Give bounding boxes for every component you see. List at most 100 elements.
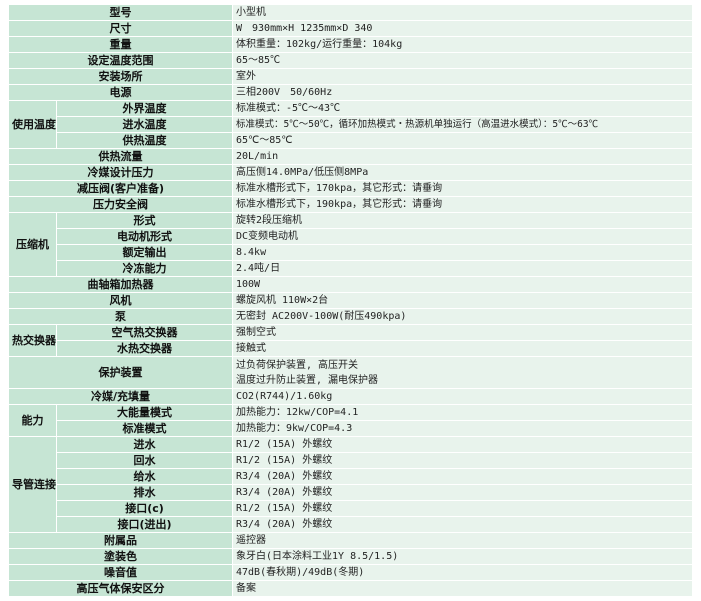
- row-value: 小型机: [232, 4, 693, 21]
- row-value: 室外: [232, 68, 693, 85]
- row-value: 高压侧14.0MPa/低压侧8MPa: [232, 164, 693, 181]
- row-value: 加热能力：12kw/COP=4.1: [232, 404, 693, 421]
- row-label: 设定温度范围: [8, 52, 233, 69]
- table-row: 热交换器 空气热交换器 强制空式: [8, 324, 693, 357]
- row-value: 47dB(春秋期)/49dB(冬期): [232, 564, 693, 581]
- table-row: 型号 小型机: [8, 4, 693, 21]
- row-value: W 930mm×H 1235mm×D 340: [232, 20, 693, 37]
- row-label: 电动机形式: [56, 228, 233, 245]
- row-label: 型号: [8, 4, 233, 21]
- group-label: 使用温度范围: [8, 100, 57, 149]
- row-value: 旋转2段压缩机: [232, 212, 693, 229]
- row-label: 外界温度: [56, 100, 233, 117]
- group-label: 导管连接口: [8, 436, 57, 533]
- row-label: 排水: [56, 484, 233, 501]
- row-label: 水热交换器: [56, 340, 233, 357]
- row-value: 65℃～85℃: [232, 132, 693, 149]
- row-label: 供热流量: [8, 148, 233, 165]
- row-value: R3/4 (20A) 外螺纹: [232, 484, 693, 501]
- row-value: R3/4 (20A) 外螺纹: [232, 516, 693, 533]
- table-row: 排水 R3/4 (20A) 外螺纹: [9, 484, 693, 501]
- row-value: 体积重量：102kg/运行重量：104kg: [232, 36, 693, 53]
- table-row: 接口(进出) R3/4 (20A) 外螺纹: [9, 516, 693, 533]
- row-label: 减压阀(客户准备): [8, 180, 233, 197]
- row-value: R1/2 (15A) 外螺纹: [232, 500, 693, 517]
- group-label: 能力: [8, 404, 57, 437]
- table-row: 导管连接口 进水 R1/2 (15A) 外螺纹: [8, 436, 693, 533]
- row-label: 高压气体保安区分: [8, 580, 233, 597]
- row-value: 强制空式: [232, 324, 693, 341]
- row-label: 冷媒/充填量: [8, 388, 233, 405]
- row-label: 噪音值: [8, 564, 233, 581]
- row-value: 标准水槽形式下，170kpa，其它形式：请垂询: [232, 180, 693, 197]
- row-value: 标准水槽形式下，190kpa，其它形式：请垂询: [232, 196, 693, 213]
- row-value: 20L/min: [232, 148, 693, 165]
- group-label: 压缩机: [8, 212, 57, 277]
- row-value: 8.4kw: [232, 244, 693, 261]
- row-value: 接触式: [232, 340, 693, 357]
- row-label: 保护装置: [8, 356, 233, 389]
- row-value: CO2(R744)/1.60kg: [232, 388, 693, 405]
- row-label: 接口(进出): [56, 516, 233, 533]
- table-row: 减压阀(客户准备) 标准水槽形式下，170kpa，其它形式：请垂询: [8, 180, 693, 197]
- table-row: 额定输出 8.4kw: [9, 244, 693, 261]
- table-row: 供热温度 65℃～85℃: [9, 132, 693, 149]
- table-row: 水热交换器 接触式: [9, 340, 693, 357]
- table-row: 重量 体积重量：102kg/运行重量：104kg: [8, 36, 693, 53]
- spec-table: 型号 小型机 尺寸 W 930mm×H 1235mm×D 340 重量 体积重量…: [8, 4, 693, 597]
- row-value: 遥控器: [232, 532, 693, 549]
- row-label: 大能量模式: [56, 404, 233, 421]
- table-row: 设定温度范围 65～85℃: [8, 52, 693, 69]
- row-label: 给水: [56, 468, 233, 485]
- row-value: 三相200V 50/60Hz: [232, 84, 693, 101]
- table-row: 回水 R1/2 (15A) 外螺纹: [9, 452, 693, 469]
- table-row: 能力 大能量模式 加热能力：12kw/COP=4.1: [8, 404, 693, 437]
- row-value: 象牙白(日本涂料工业1Y 8.5/1.5): [232, 548, 693, 565]
- row-label: 额定输出: [56, 244, 233, 261]
- row-value: 2.4吨/日: [232, 260, 693, 277]
- row-label: 形式: [56, 212, 233, 229]
- row-value: DC变频电动机: [232, 228, 693, 245]
- row-value: 无密封 AC200V-100W(耐压490kpa): [232, 308, 693, 325]
- group-label: 热交换器: [8, 324, 57, 357]
- table-row: 电动机形式 DC变频电动机: [9, 228, 693, 245]
- row-label: 尺寸: [8, 20, 233, 37]
- table-row: 冷冻能力 2.4吨/日: [9, 260, 693, 277]
- table-row: 供热流量 20L/min: [8, 148, 693, 165]
- table-row: 保护装置 过负荷保护装置, 高压开关 温度过升防止装置, 漏电保护器: [8, 356, 693, 389]
- row-value: 过负荷保护装置, 高压开关 温度过升防止装置, 漏电保护器: [232, 356, 693, 389]
- table-row: 接口(c) R1/2 (15A) 外螺纹: [9, 500, 693, 517]
- table-row: 曲轴箱加热器 100W: [8, 276, 693, 293]
- table-row: 标准模式 加热能力：9kw/COP=4.3: [9, 420, 693, 437]
- row-label: 附属品: [8, 532, 233, 549]
- row-label: 重量: [8, 36, 233, 53]
- row-label: 风机: [8, 292, 233, 309]
- row-label: 空气热交换器: [56, 324, 233, 341]
- row-value: 65～85℃: [232, 52, 693, 69]
- row-label: 回水: [56, 452, 233, 469]
- row-label: 压力安全阀: [8, 196, 233, 213]
- table-row: 电源 三相200V 50/60Hz: [8, 84, 693, 101]
- row-label: 供热温度: [56, 132, 233, 149]
- row-value: R3/4 (20A) 外螺纹: [232, 468, 693, 485]
- table-row: 冷媒/充填量 CO2(R744)/1.60kg: [8, 388, 693, 405]
- row-value: 标准模式：5℃～50℃，循环加热模式・热源机单独运行（高温进水模式）：5℃～63…: [232, 116, 693, 133]
- table-row: 压力安全阀 标准水槽形式下，190kpa，其它形式：请垂询: [8, 196, 693, 213]
- row-value: 100W: [232, 276, 693, 293]
- table-row: 进水温度 标准模式：5℃～50℃，循环加热模式・热源机单独运行（高温进水模式）：…: [9, 116, 693, 133]
- row-label: 进水温度: [56, 116, 233, 133]
- table-row: 风机 螺旋风机 110W×2台: [8, 292, 693, 309]
- row-value: R1/2 (15A) 外螺纹: [232, 436, 693, 453]
- table-row: 附属品 遥控器: [8, 532, 693, 549]
- table-row: 压缩机 形式 旋转2段压缩机: [8, 212, 693, 277]
- row-value: 螺旋风机 110W×2台: [232, 292, 693, 309]
- row-label: 曲轴箱加热器: [8, 276, 233, 293]
- row-label: 进水: [56, 436, 233, 453]
- row-value: 标准模式：-5℃～43℃: [232, 100, 693, 117]
- row-label: 冷媒设计压力: [8, 164, 233, 181]
- row-label: 电源: [8, 84, 233, 101]
- table-row: 泵 无密封 AC200V-100W(耐压490kpa): [8, 308, 693, 325]
- row-label: 接口(c): [56, 500, 233, 517]
- row-value: R1/2 (15A) 外螺纹: [232, 452, 693, 469]
- row-label: 安装场所: [8, 68, 233, 85]
